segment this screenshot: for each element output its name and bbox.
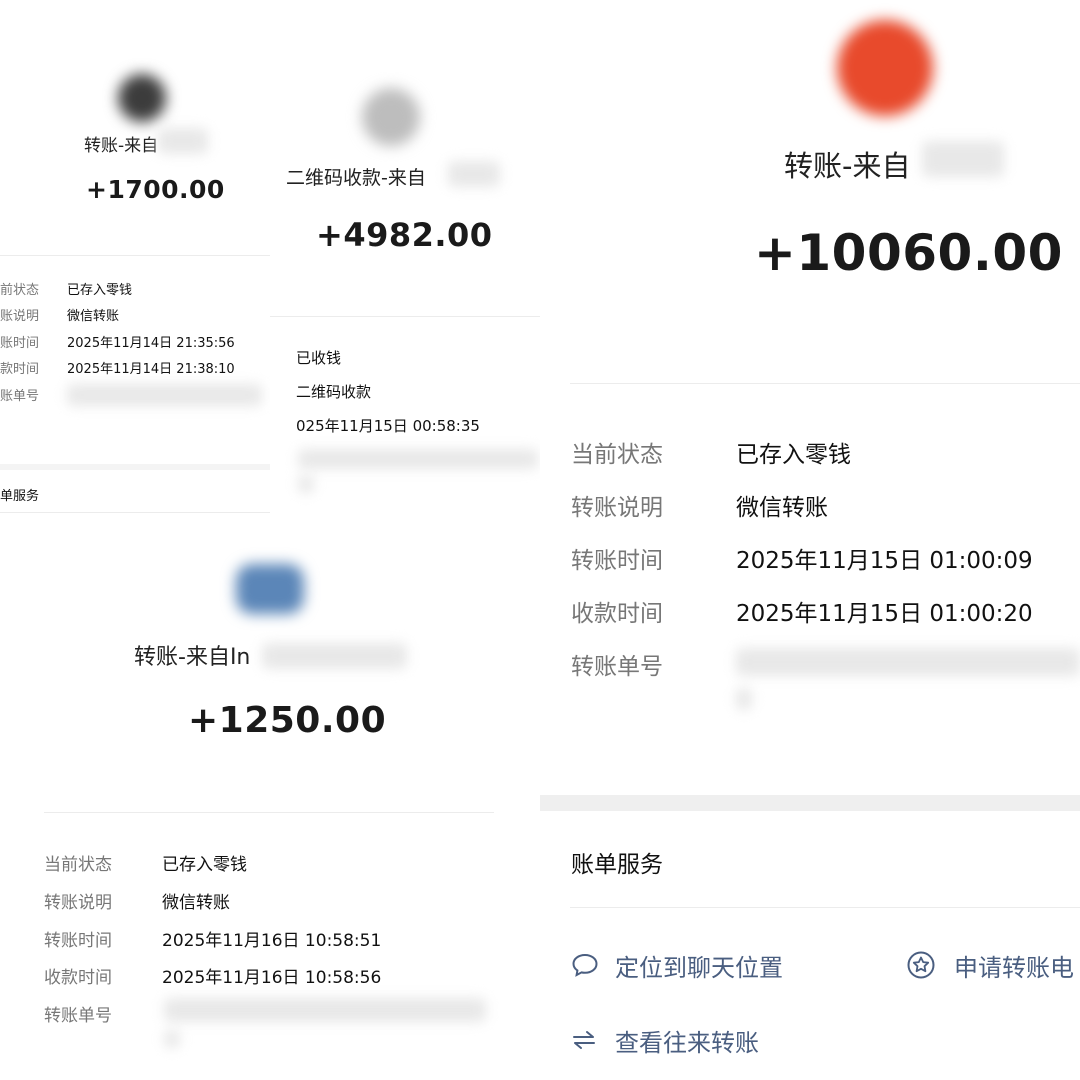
sender-name-redacted — [922, 141, 1004, 177]
detail-label: 收款时间 — [44, 968, 112, 988]
detail-label: 账时间 — [0, 336, 40, 351]
chat-bubble-icon — [571, 952, 599, 978]
sender-name-redacted — [448, 161, 500, 187]
section-separator — [540, 795, 1080, 811]
detail-value: 2025年11月15日 01:00:20 — [736, 601, 1033, 627]
sender-avatar — [236, 564, 304, 614]
detail-label: 转账单号 — [44, 1006, 112, 1026]
detail-label: 前状态 — [0, 283, 40, 298]
transfer-amount: +10060.00 — [754, 224, 1063, 282]
detail-label: 转账说明 — [44, 893, 112, 913]
divider — [44, 812, 494, 813]
sender-avatar — [362, 88, 420, 146]
apply-receipt-button[interactable]: 申请转账电 — [906, 948, 1074, 982]
swap-arrows-icon — [571, 1029, 597, 1051]
sender-avatar — [118, 74, 166, 122]
order-number-redacted — [298, 475, 314, 493]
detail-label: 款时间 — [0, 362, 40, 377]
detail-label: 转账单号 — [571, 654, 663, 680]
transfer-amount: +1250.00 — [188, 700, 387, 741]
transfer-title: 二维码收款-来自 — [286, 167, 426, 189]
detail-value: 2025年11月16日 10:58:56 — [162, 968, 382, 988]
detail-label: 账单号 — [0, 389, 40, 404]
transfer-title: 转账-来自In — [134, 645, 251, 670]
detail-value: 2025年11月16日 10:58:51 — [162, 931, 382, 951]
order-number-redacted — [67, 384, 262, 406]
order-number-redacted — [736, 688, 752, 710]
view-transfers-label: 查看往来转账 — [615, 1028, 759, 1057]
transfer-amount: +1700.00 — [86, 175, 225, 204]
detail-value: 2025年11月14日 21:38:10 — [67, 362, 235, 377]
bill-service-title: 账单服务 — [571, 852, 663, 878]
detail-label: 账说明 — [0, 309, 40, 324]
detail-value: 微信转账 — [67, 309, 120, 324]
divider — [0, 255, 270, 256]
detail-label: 当前状态 — [571, 442, 663, 468]
detail-value: 2025年11月15日 01:00:09 — [736, 548, 1033, 574]
order-number-redacted — [164, 998, 486, 1022]
transfer-title: 转账-来自 — [84, 136, 159, 156]
order-number-redacted — [298, 449, 538, 469]
order-number-redacted — [736, 648, 1080, 676]
detail-value: 已存入零钱 — [736, 442, 851, 468]
transfer-panel-a: 转账-来自 +1700.00 前状态 已存入零钱 账说明 微信转账 账时间 20… — [0, 0, 270, 540]
detail-value: 已存入零钱 — [162, 855, 247, 875]
detail-label: 转账说明 — [571, 495, 663, 521]
detail-value: 已存入零钱 — [67, 283, 133, 298]
sender-avatar — [837, 20, 933, 116]
detail-value: 025年11月15日 00:58:35 — [296, 417, 480, 435]
transfer-panel-d: 转账-来自 +10060.00 当前状态 已存入零钱 转账说明 微信转账 转账时… — [540, 0, 1080, 1080]
sender-name-redacted — [262, 643, 407, 669]
detail-value: 微信转账 — [736, 495, 828, 521]
transfer-title: 转账-来自 — [784, 149, 911, 183]
detail-value: 微信转账 — [162, 893, 230, 913]
detail-label: 转账时间 — [44, 931, 112, 951]
divider — [0, 512, 270, 513]
locate-chat-button[interactable]: 定位到聊天位置 — [571, 948, 783, 982]
order-number-redacted — [164, 1030, 180, 1048]
detail-value: 2025年11月14日 21:35:56 — [67, 336, 235, 351]
bill-service-title: 单服务 — [0, 489, 40, 504]
divider — [570, 907, 1080, 908]
view-transfers-button[interactable]: 查看往来转账 — [571, 1023, 759, 1057]
detail-value: 已收钱 — [296, 349, 342, 367]
detail-value: 二维码收款 — [296, 383, 372, 401]
divider — [0, 464, 270, 470]
transfer-amount: +4982.00 — [316, 216, 493, 254]
divider — [270, 316, 540, 317]
transfer-panel-c: 转账-来自In +1250.00 当前状态 已存入零钱 转账说明 微信转账 转账… — [0, 540, 535, 1080]
locate-chat-label: 定位到聊天位置 — [615, 953, 783, 982]
apply-receipt-label: 申请转账电 — [954, 953, 1074, 982]
detail-label: 转账时间 — [571, 548, 663, 574]
star-badge-icon — [906, 950, 936, 980]
transfer-panel-b: 二维码收款-来自 +4982.00 已收钱 二维码收款 025年11月15日 0… — [270, 55, 540, 530]
sender-name-redacted — [158, 128, 208, 154]
detail-label: 收款时间 — [571, 601, 663, 627]
divider — [570, 383, 1080, 384]
detail-label: 当前状态 — [44, 855, 112, 875]
